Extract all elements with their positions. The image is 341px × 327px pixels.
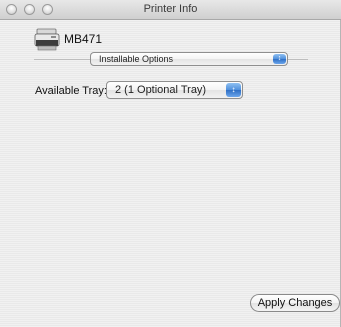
section-divider-right bbox=[288, 59, 308, 60]
title-bar: Printer Info bbox=[0, 0, 341, 20]
available-tray-label: Available Tray: bbox=[35, 85, 107, 97]
window-title: Printer Info bbox=[143, 3, 198, 15]
available-tray-popup[interactable]: 2 (1 Optional Tray) ↕ bbox=[106, 81, 243, 99]
available-tray-value: 2 (1 Optional Tray) bbox=[115, 84, 207, 96]
printer-icon bbox=[34, 27, 60, 53]
section-popup-button[interactable]: Installable Options ↕ bbox=[90, 52, 288, 66]
printer-model-name: MB471 bbox=[64, 32, 103, 46]
popup-arrows-icon: ↕ bbox=[226, 83, 241, 97]
popup-arrows-icon: ↕ bbox=[273, 54, 286, 64]
section-divider-left bbox=[34, 59, 90, 60]
section-popup-label: Installable Options bbox=[99, 54, 174, 64]
apply-changes-button[interactable]: Apply Changes bbox=[250, 294, 340, 312]
printer-info-window: Printer Info MB471 Installable Options ↕… bbox=[0, 0, 341, 327]
